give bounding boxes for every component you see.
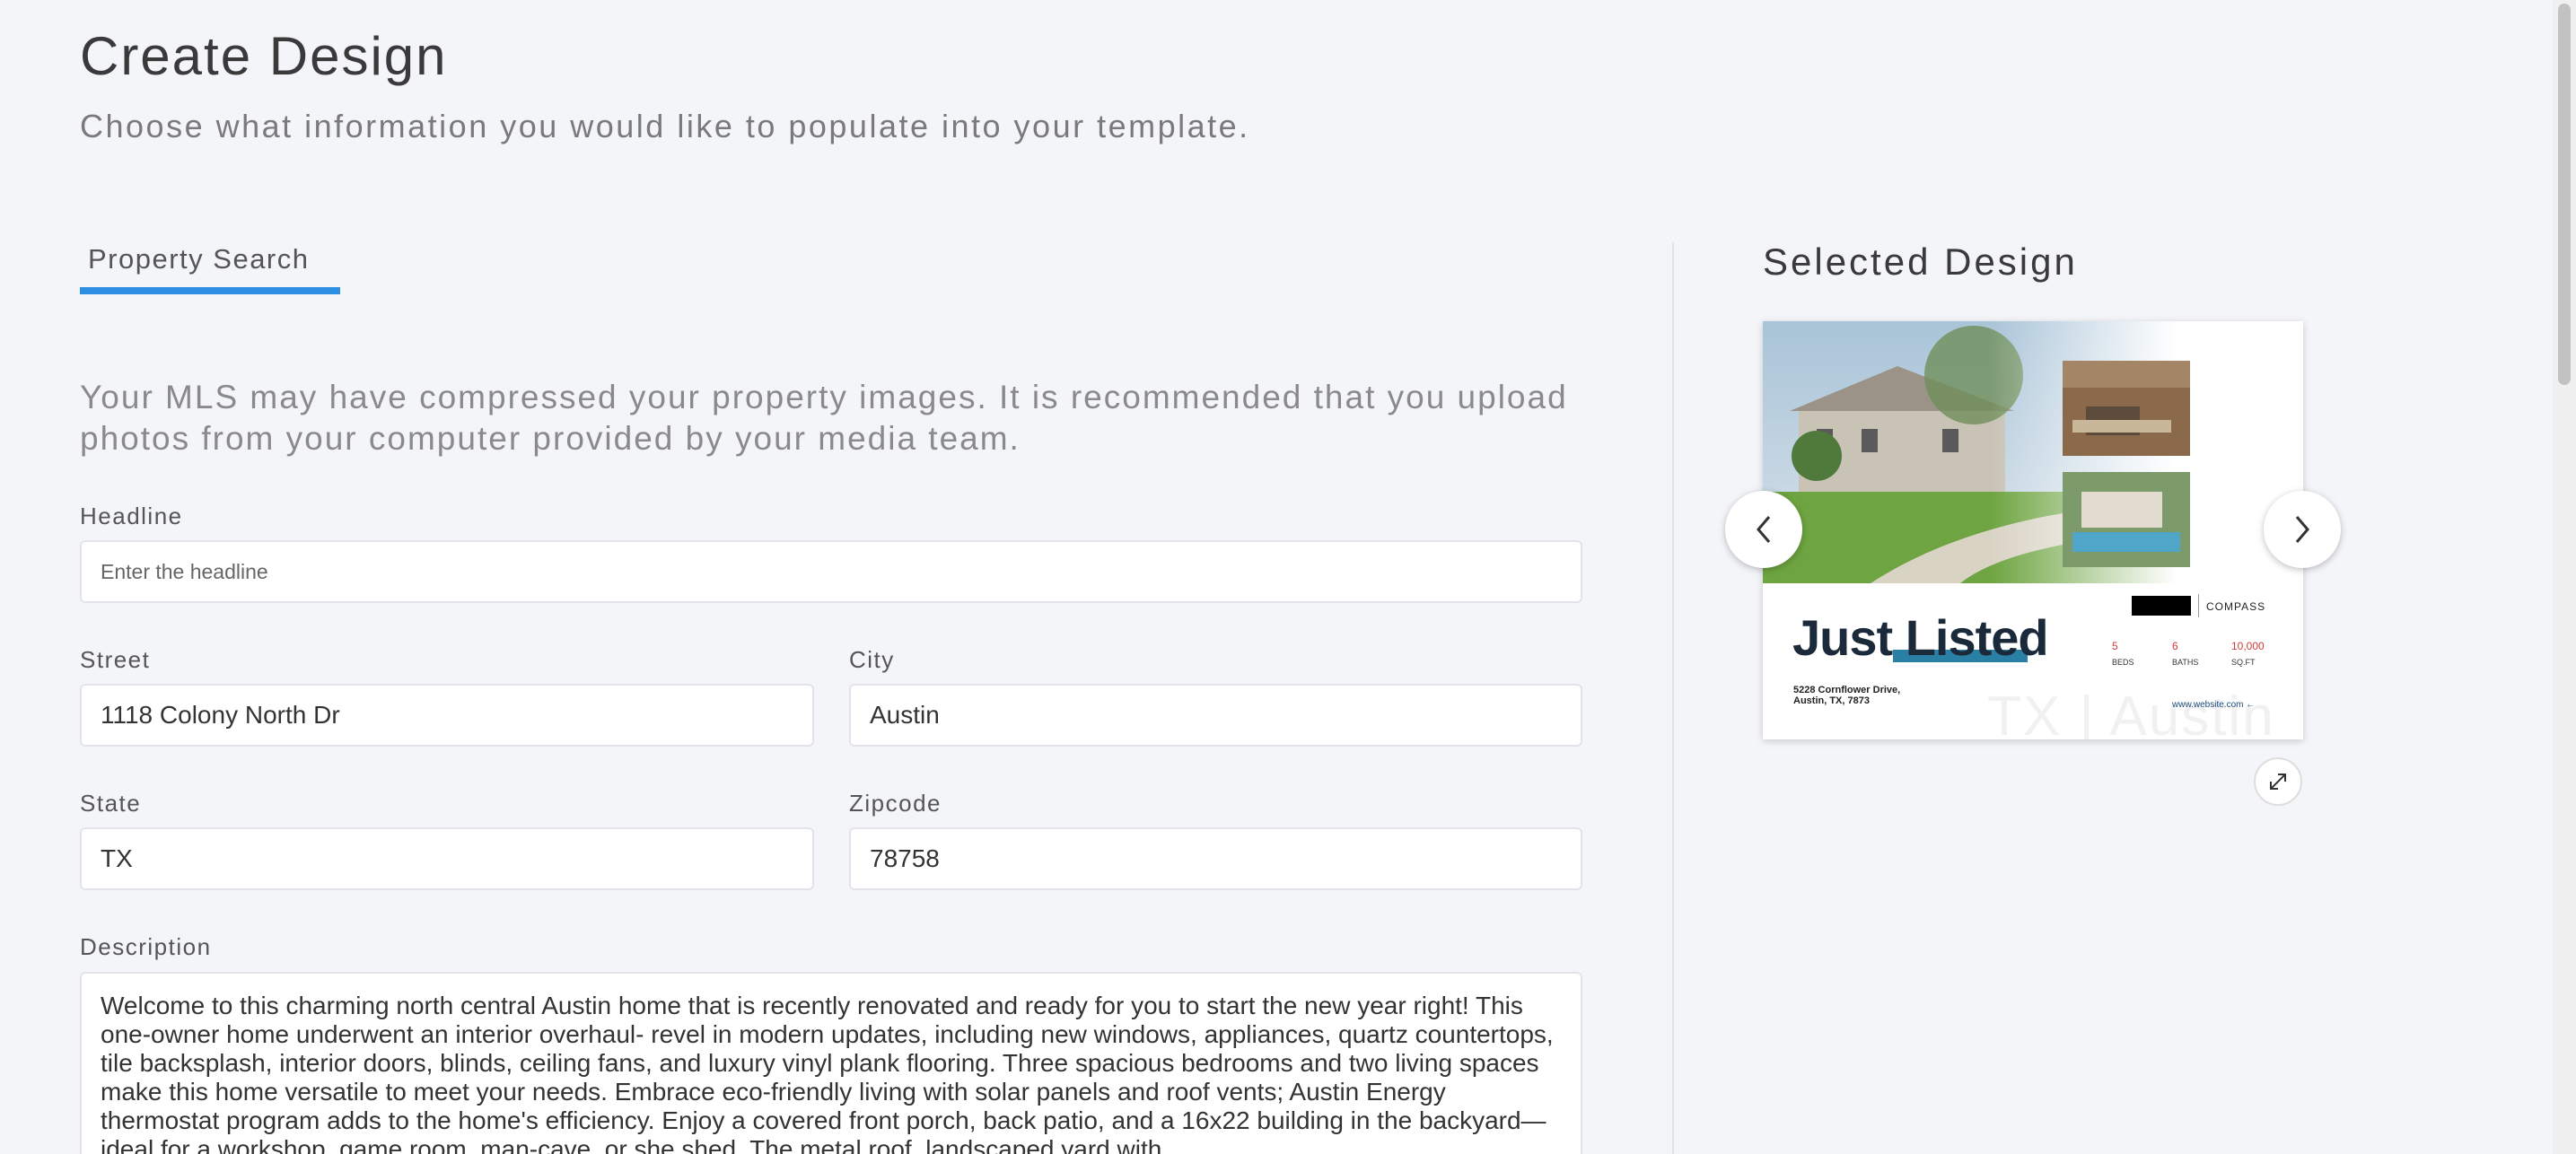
selected-design-title: Selected Design xyxy=(1763,240,2078,283)
street-input[interactable]: 1118 Colony North Dr xyxy=(80,684,814,747)
flyer-address-line1: 5228 Cornflower Drive, xyxy=(1793,685,1901,695)
arrow-left-icon: ← xyxy=(2246,700,2256,710)
headline-label: Headline xyxy=(80,503,183,529)
expand-preview-button[interactable] xyxy=(2254,757,2302,806)
flyer-stat-sqft-label: SQ.FT xyxy=(2231,658,2256,667)
city-label: City xyxy=(849,646,895,673)
flyer-watermark: TX | Austin xyxy=(1987,686,2275,739)
design-preview: COMPASS TX | Austin Just Listed 5228 Cor… xyxy=(1763,321,2303,739)
headline-input[interactable]: Enter the headline xyxy=(80,540,1582,603)
flyer-website: www.website.com ← xyxy=(2172,700,2255,710)
chevron-right-icon xyxy=(2295,516,2309,543)
column-divider xyxy=(1672,242,1674,1154)
flyer-website-text: www.website.com xyxy=(2172,700,2244,710)
page-title: Create Design xyxy=(80,26,448,86)
flyer-address: 5228 Cornflower Drive, Austin, TX, 7873 xyxy=(1793,685,1900,706)
flyer-stat-baths-label: BATHS xyxy=(2172,658,2199,667)
scrollbar-thumb[interactable] xyxy=(2558,4,2571,385)
flyer-stat-beds-value: 5 xyxy=(2112,640,2118,652)
street-label: Street xyxy=(80,646,151,673)
chevron-left-icon xyxy=(1757,516,1771,543)
flyer-logo-block xyxy=(2132,596,2191,616)
mls-notice: Your MLS may have compressed your proper… xyxy=(80,379,1568,457)
zipcode-input[interactable]: 78758 xyxy=(849,827,1582,890)
previous-design-button[interactable] xyxy=(1725,491,1802,568)
expand-icon xyxy=(2270,774,2286,790)
description-label: Description xyxy=(80,933,212,960)
city-input[interactable]: Austin xyxy=(849,684,1582,747)
zipcode-label: Zipcode xyxy=(849,790,942,817)
flyer-stat-baths-value: 6 xyxy=(2172,640,2178,652)
tab-property-search[interactable]: Property Search xyxy=(80,240,340,294)
state-input[interactable]: TX xyxy=(80,827,814,890)
flyer-photos xyxy=(1763,321,2190,583)
page-subtitle: Choose what information you would like t… xyxy=(80,108,1250,144)
interior-photo-1 xyxy=(2063,361,2190,456)
state-label: State xyxy=(80,790,142,817)
flyer-stat-sqft-value: 10,000 xyxy=(2231,640,2265,652)
flyer-stat-beds-label: BEDS xyxy=(2112,658,2134,667)
description-textarea[interactable]: Welcome to this charming north central A… xyxy=(80,972,1582,1154)
next-design-button[interactable] xyxy=(2264,491,2341,568)
exterior-photo-2 xyxy=(2063,472,2190,567)
flyer-brand: COMPASS xyxy=(2206,600,2266,613)
tab-label: Property Search xyxy=(88,243,310,275)
page-scrollbar[interactable] xyxy=(2553,0,2576,1154)
flyer-address-line2: Austin, TX, 7873 xyxy=(1793,695,1870,706)
flyer-logo-divider xyxy=(2198,594,2199,617)
flyer-headline: Just Listed xyxy=(1792,609,2049,666)
